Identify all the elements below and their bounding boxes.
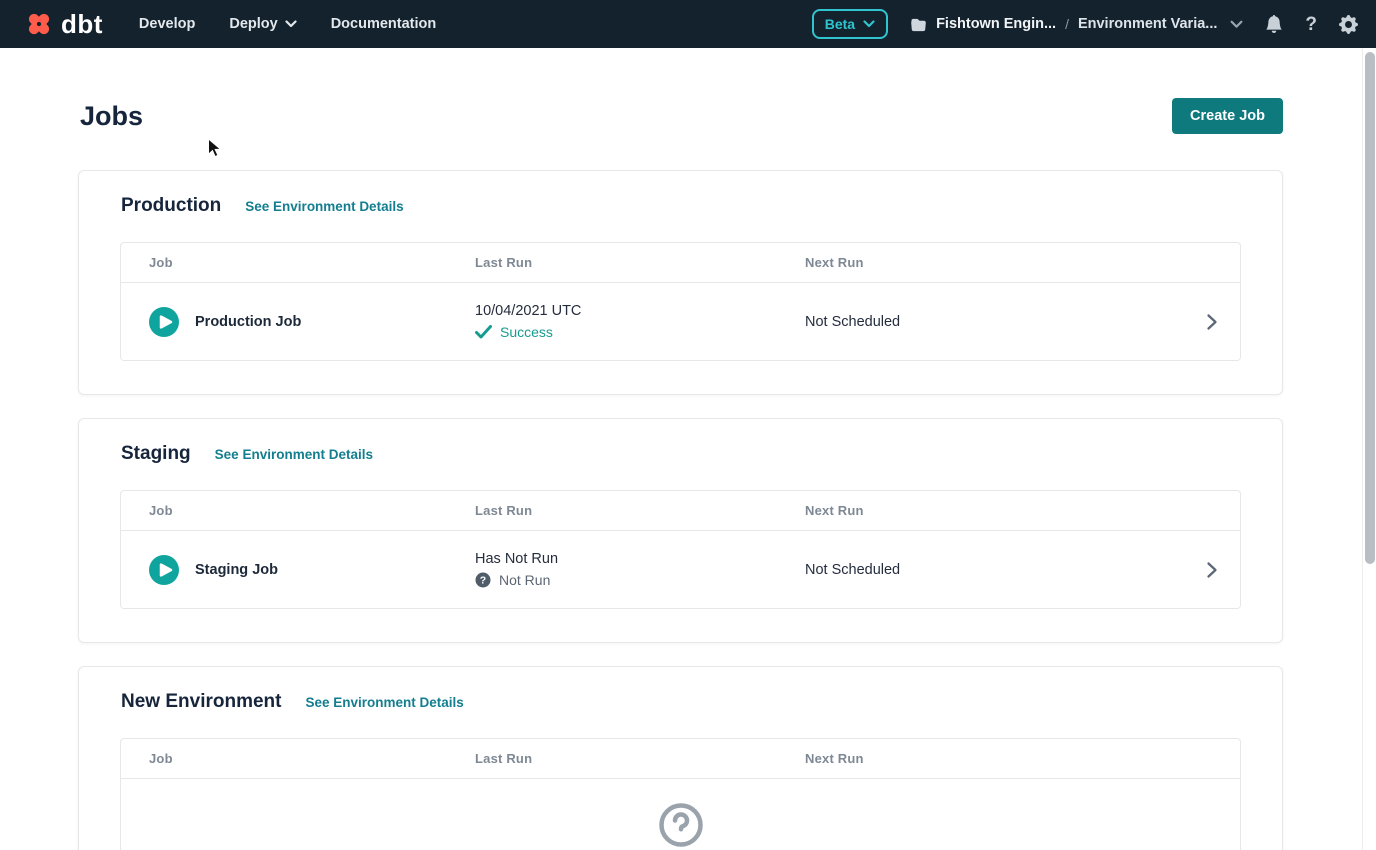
environment-card-staging: Staging See Environment Details Job Last… <box>78 418 1283 643</box>
jobs-table: Job Last Run Next Run Staging Job Has No… <box>120 490 1241 609</box>
nav-item-develop[interactable]: Develop <box>139 16 195 32</box>
column-header-next-run: Next Run <box>777 503 1184 518</box>
jobs-table-header: Job Last Run Next Run <box>121 491 1240 531</box>
question-circle-icon: ? <box>475 572 491 588</box>
page-header: Jobs Create Job <box>80 98 1283 134</box>
column-header-last-run: Last Run <box>447 751 777 766</box>
settings-gear-icon[interactable] <box>1339 15 1358 34</box>
last-run-date: Has Not Run <box>475 551 777 567</box>
environment-title: Production <box>121 195 221 217</box>
see-environment-details-link[interactable]: See Environment Details <box>245 199 403 214</box>
mouse-cursor <box>207 138 222 164</box>
main-nav: Develop Deploy Documentation <box>139 16 436 32</box>
column-header-last-run: Last Run <box>447 255 777 270</box>
jobs-table-header: Job Last Run Next Run <box>121 243 1240 283</box>
environment-card-production: Production See Environment Details Job L… <box>78 170 1283 395</box>
success-check-icon <box>475 325 492 339</box>
see-environment-details-link[interactable]: See Environment Details <box>305 695 463 710</box>
dbt-logo[interactable]: dbt <box>24 9 103 39</box>
jobs-table: Job Last Run Next Run Production Job 10/… <box>120 242 1241 361</box>
dbt-logo-text: dbt <box>61 11 103 37</box>
no-runs-question-circle-icon <box>657 801 705 850</box>
nav-item-deploy[interactable]: Deploy <box>229 16 296 32</box>
project-breadcrumb[interactable]: Fishtown Engin... / Environment Varia... <box>910 16 1243 32</box>
column-header-next-run: Next Run <box>777 751 1184 766</box>
breadcrumb-project: Fishtown Engin... <box>936 16 1056 32</box>
breadcrumb-separator: / <box>1065 16 1069 32</box>
environment-title: New Environment <box>121 691 281 713</box>
svg-text:?: ? <box>480 575 486 587</box>
page-scrollbar-thumb[interactable] <box>1365 52 1375 564</box>
top-navbar: dbt Develop Deploy Documentation Beta <box>0 0 1376 48</box>
chevron-down-icon <box>863 20 875 28</box>
beta-dropdown-button[interactable]: Beta <box>812 9 888 39</box>
last-run-status: ? Not Run <box>475 572 777 588</box>
environment-title: Staging <box>121 443 191 465</box>
job-row-production[interactable]: Production Job 10/04/2021 UTC Success No… <box>121 283 1240 360</box>
job-name: Production Job <box>195 314 301 330</box>
last-run-date: 10/04/2021 UTC <box>475 303 777 319</box>
jobs-table: Job Last Run Next Run <box>120 738 1241 850</box>
folder-icon <box>910 17 927 32</box>
job-name: Staging Job <box>195 562 278 578</box>
column-header-last-run: Last Run <box>447 503 777 518</box>
dbt-logo-icon <box>24 9 54 39</box>
jobs-table-header: Job Last Run Next Run <box>121 739 1240 779</box>
nav-item-documentation[interactable]: Documentation <box>331 16 437 32</box>
next-run-value: Not Scheduled <box>777 562 1184 578</box>
chevron-down-icon <box>285 20 297 28</box>
chevron-down-icon <box>1230 20 1243 29</box>
column-header-job: Job <box>121 751 447 766</box>
create-job-button[interactable]: Create Job <box>1172 98 1283 134</box>
next-run-value: Not Scheduled <box>777 314 1184 330</box>
column-header-job: Job <box>121 503 447 518</box>
chevron-right-icon[interactable] <box>1184 313 1240 331</box>
environment-card-new-environment: New Environment See Environment Details … <box>78 666 1283 850</box>
notifications-bell-icon[interactable] <box>1265 15 1283 33</box>
job-row-staging[interactable]: Staging Job Has Not Run ? Not Run Not Sc… <box>121 531 1240 608</box>
navbar-right: Beta Fishtown Engin... / Environment Var… <box>812 9 1358 39</box>
empty-jobs-area <box>121 779 1240 850</box>
see-environment-details-link[interactable]: See Environment Details <box>215 447 373 462</box>
help-icon[interactable]: ? <box>1305 15 1317 34</box>
page-scrollbar-track[interactable] <box>1362 48 1376 850</box>
page-title: Jobs <box>80 100 143 132</box>
column-header-job: Job <box>121 255 447 270</box>
column-header-next-run: Next Run <box>777 255 1184 270</box>
breadcrumb-page: Environment Varia... <box>1078 16 1217 32</box>
last-run-status: Success <box>475 324 777 340</box>
chevron-right-icon[interactable] <box>1184 561 1240 579</box>
run-job-play-button[interactable] <box>149 555 179 585</box>
run-job-play-button[interactable] <box>149 307 179 337</box>
